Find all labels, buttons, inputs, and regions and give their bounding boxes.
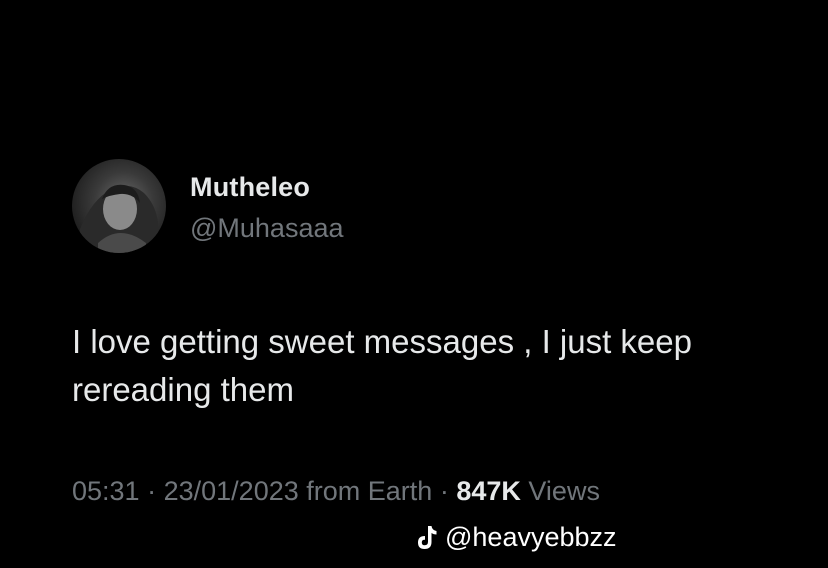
avatar[interactable]	[72, 159, 166, 253]
display-name[interactable]: Mutheleo	[190, 172, 310, 203]
watermark-handle: @heavyebbzz	[445, 522, 617, 552]
tweet-time[interactable]: 05:31	[72, 476, 140, 506]
tiktok-watermark: @heavyebbzz	[415, 522, 617, 553]
tweet-source: from Earth	[306, 476, 433, 506]
avatar-photo-icon	[80, 184, 158, 253]
views-label: Views	[528, 476, 600, 506]
tiktok-icon	[418, 525, 437, 549]
user-handle[interactable]: @Muhasaaa	[190, 213, 344, 244]
tweet-date[interactable]: 23/01/2023	[164, 476, 299, 506]
meta-separator: ·	[147, 476, 157, 506]
tweet-metadata: 05:31 · 23/01/2023 from Earth · 847K Vie…	[72, 476, 600, 507]
tweet-card: Mutheleo @Muhasaaa I love getting sweet …	[0, 0, 828, 568]
tweet-text: I love getting sweet messages , I just k…	[72, 323, 692, 408]
views-count: 847K	[456, 476, 521, 506]
meta-separator: ·	[439, 476, 449, 506]
